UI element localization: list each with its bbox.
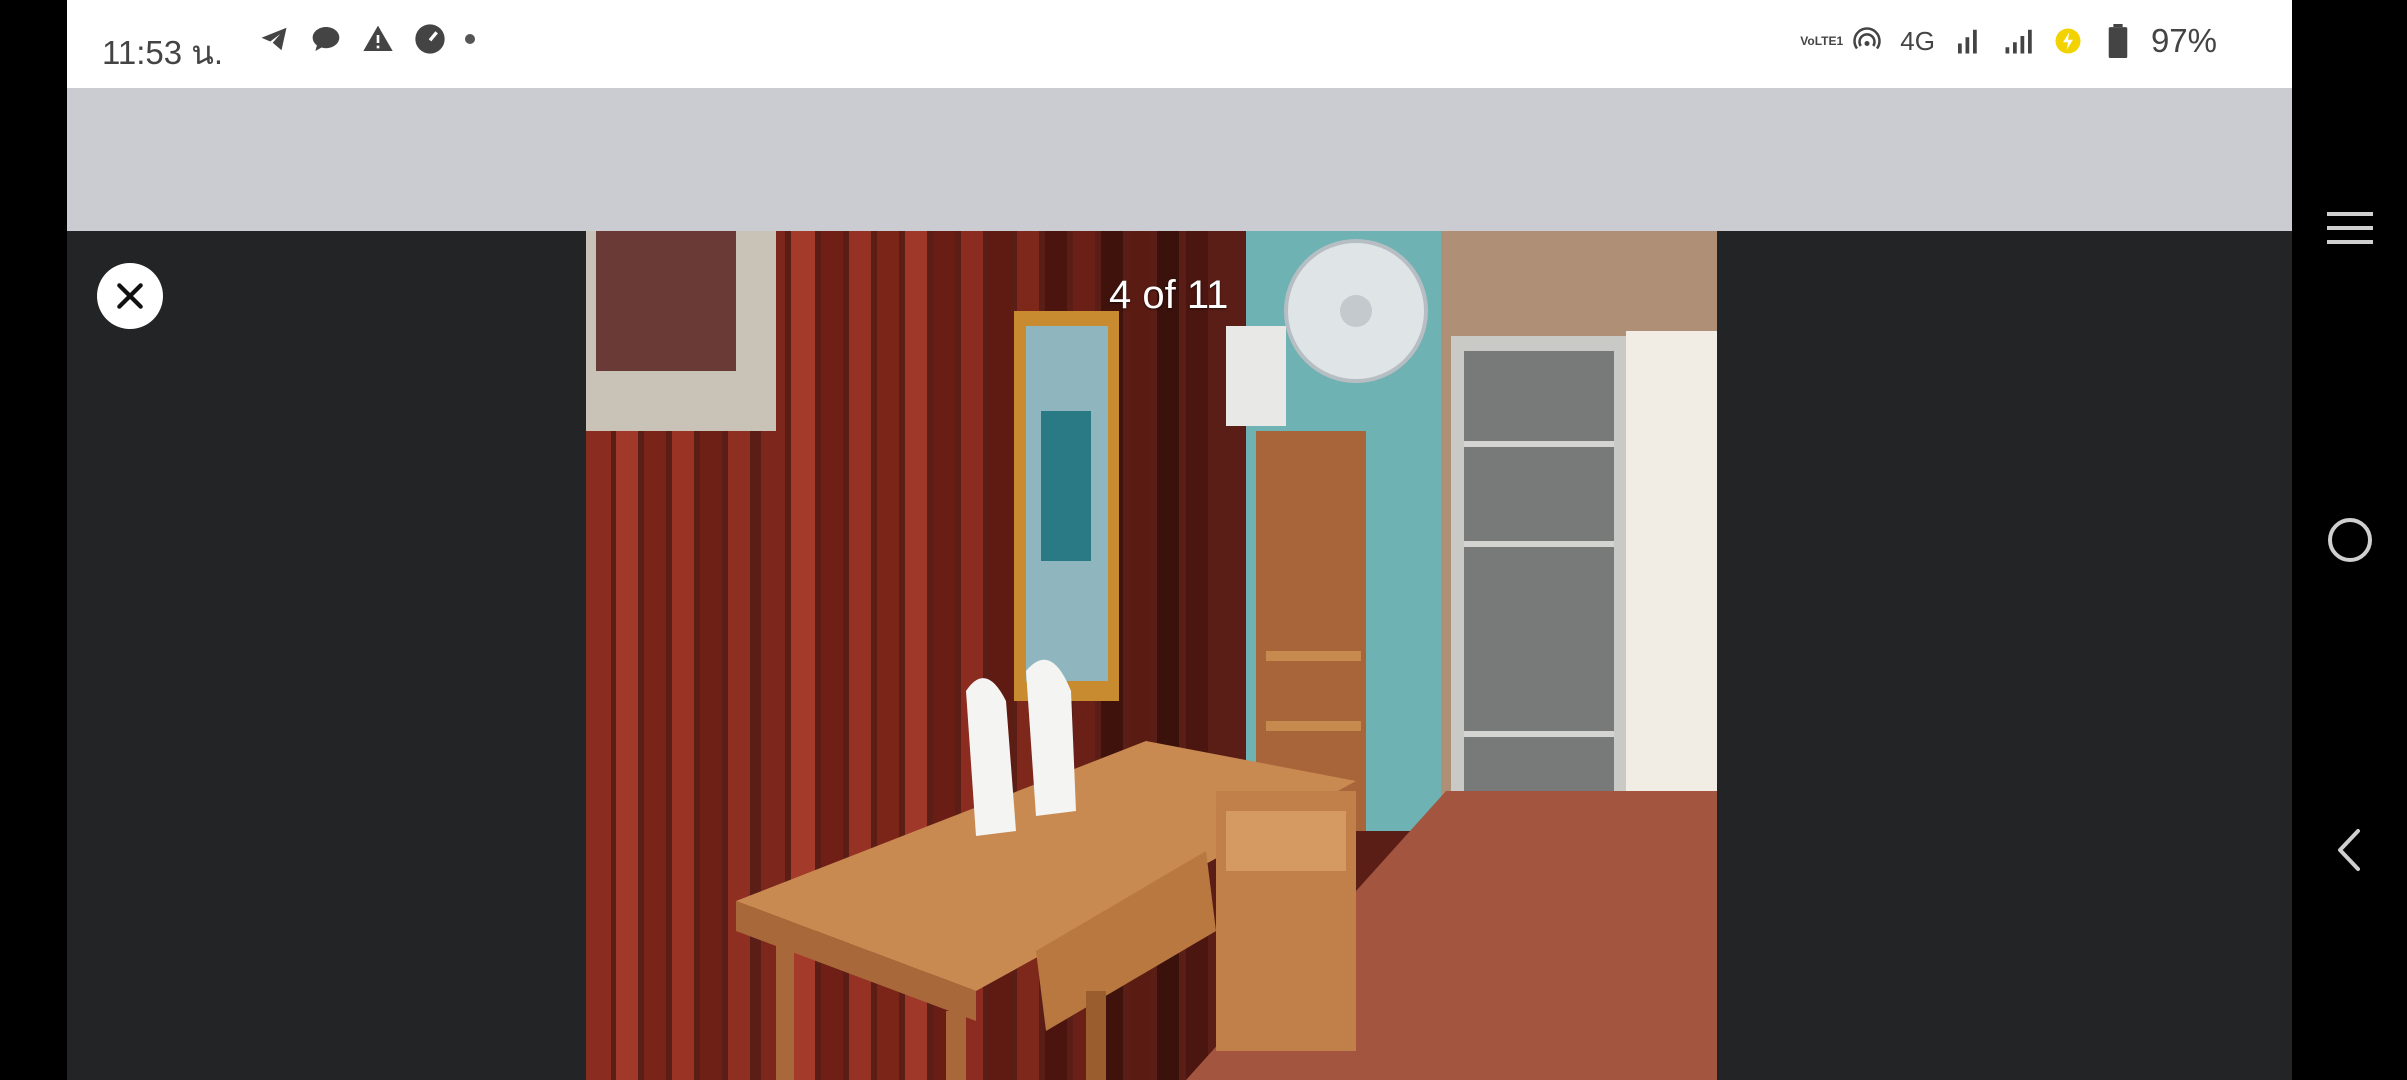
- speedometer-icon: [413, 22, 447, 56]
- close-button[interactable]: [97, 263, 163, 329]
- chat-icon: [309, 22, 343, 56]
- photo-counter: 4 of 11: [1109, 273, 1229, 317]
- menu-icon: [2327, 212, 2373, 244]
- battery-icon: [2101, 24, 2135, 58]
- system-icons: VoLTE1 4G 97%: [1800, 22, 2217, 60]
- signal-strength-icon-2: [2001, 24, 2035, 58]
- status-bar: 11:53 น. VoLTE1 4G 97%: [67, 0, 2292, 88]
- header-band: [67, 88, 2292, 231]
- close-icon: [117, 283, 143, 309]
- battery-percent: 97%: [2150, 22, 2217, 59]
- signal-strength-icon-1: [1951, 24, 1985, 58]
- room-photo-illustration: [586, 231, 1717, 1080]
- hotspot-icon: [1850, 24, 1884, 58]
- recent-apps-button[interactable]: [2322, 200, 2378, 256]
- photo-viewer: 4 of 11: [67, 231, 2292, 1080]
- notification-icons: [257, 22, 475, 56]
- status-time: 11:53 น.: [102, 34, 224, 71]
- room-photo[interactable]: 4 of 11: [586, 231, 1717, 1080]
- back-button[interactable]: [2322, 822, 2378, 878]
- back-icon: [2338, 829, 2360, 871]
- telegram-icon: [257, 22, 291, 56]
- more-notifications-dot: [465, 34, 475, 44]
- network-type-label: 4G: [1900, 25, 1935, 56]
- home-icon: [2328, 518, 2372, 562]
- system-nav-bar: [2292, 0, 2407, 1080]
- warning-icon: [361, 22, 395, 56]
- volte-icon: VoLTE1: [1800, 33, 1844, 48]
- power-saving-icon: [2051, 24, 2085, 58]
- home-button[interactable]: [2322, 512, 2378, 568]
